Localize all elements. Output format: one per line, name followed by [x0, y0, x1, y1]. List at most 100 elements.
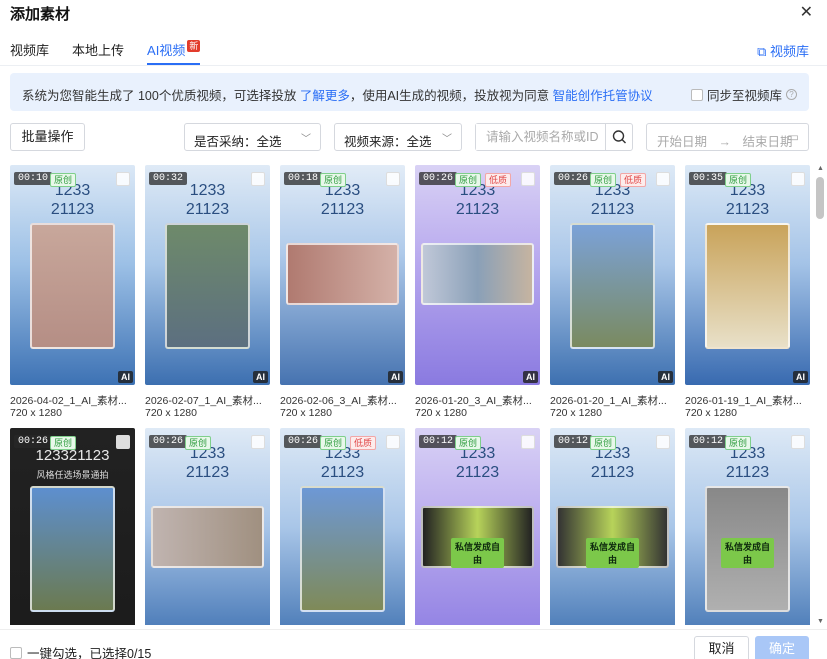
scroll-up-icon[interactable]: ▲: [817, 165, 824, 172]
ai-badge: AI: [118, 371, 133, 383]
video-thumbnail[interactable]: 1233 21123 00:35 原创 AI: [685, 165, 810, 385]
duration-badge: 00:12: [554, 435, 593, 448]
scrollbar[interactable]: ▲ ▼: [815, 165, 825, 625]
search-icon: [612, 130, 626, 144]
video-card[interactable]: 1233 21123 私信发成自 由 00:12 原创: [550, 428, 675, 625]
duration-badge: 00:10: [14, 172, 53, 185]
tab-label: 视频库: [10, 43, 50, 58]
video-thumbnail[interactable]: 1233 21123 00:26 原创: [145, 428, 270, 625]
original-tag: 原创: [50, 173, 77, 187]
select-checkbox[interactable]: [251, 172, 265, 186]
duration-badge: 00:35: [689, 172, 728, 185]
select-checkbox[interactable]: [656, 435, 670, 449]
help-icon[interactable]: ?: [786, 89, 797, 100]
ai-badge: AI: [658, 371, 673, 383]
select-checkbox[interactable]: [521, 435, 535, 449]
scroll-down-icon[interactable]: ▼: [817, 618, 824, 625]
search-input[interactable]: [476, 124, 602, 150]
video-thumbnail[interactable]: 123321123 风格任选场景通拍 00:26 原创: [10, 428, 135, 625]
thumbnail-overlay-text: 私信发成自 由: [586, 538, 639, 568]
scrollbar-thumb[interactable]: [816, 177, 824, 219]
select-checkbox[interactable]: [791, 435, 805, 449]
video-card[interactable]: 1233 21123 00:26 原创 低质 AI 2026-01-20_3_AI_素材.…: [415, 165, 540, 425]
calendar-icon: ▭: [787, 130, 799, 144]
video-thumbnail[interactable]: 1233 21123 00:26 原创 低质 AI: [550, 165, 675, 385]
video-thumbnail[interactable]: 1233 21123 00:26 原创 低质 AI: [415, 165, 540, 385]
video-card[interactable]: 1233 21123 00:26 原创 低质 AI 2026-01-20_1_AI_素材.…: [550, 165, 675, 425]
ai-badge: AI: [793, 371, 808, 383]
add-material-dialog: 添加素材 ✕ 视频库 本地上传 AI视频新 ⧉ 视频库 系统为您智能生成了 10…: [0, 0, 827, 659]
thumbnail-overlay-text: 私信发成自 由: [721, 538, 774, 568]
select-checkbox[interactable]: [386, 435, 400, 449]
source-filter-select[interactable]: 视频来源：全选 ﹀: [334, 123, 462, 151]
video-thumbnail[interactable]: 1233 21123 私信发成自 由 00:12 原创: [685, 428, 810, 625]
tab-ai-video[interactable]: AI视频新: [147, 40, 201, 65]
video-card[interactable]: 1233 21123 00:10 原创 AI 2026-04-02_1_AI_素材...…: [10, 165, 135, 425]
select-checkbox[interactable]: [791, 172, 805, 186]
batch-operation-button[interactable]: 批量操作: [10, 123, 85, 151]
sync-checkbox[interactable]: [690, 88, 703, 101]
tab-local-upload[interactable]: 本地上传: [72, 40, 124, 65]
select-all-option[interactable]: 一键勾选，已选择0/15: [10, 643, 151, 659]
adopted-filter-value: 是否采纳：全选: [194, 135, 282, 149]
search-button[interactable]: [605, 124, 632, 150]
chevron-down-icon: ﹀: [301, 134, 311, 145]
video-name: 2026-02-06_3_AI_素材...: [280, 395, 397, 407]
video-frame-image: [165, 223, 250, 349]
arrow-right-icon: →: [718, 135, 732, 149]
video-card[interactable]: 123321123 风格任选场景通拍 00:26 原创: [10, 428, 135, 625]
video-card[interactable]: 1233 21123 00:26 原创 低质: [280, 428, 405, 625]
duration-badge: 00:26: [554, 172, 593, 185]
select-checkbox[interactable]: [116, 435, 130, 449]
video-frame-image: [705, 223, 790, 349]
ai-badge: AI: [523, 371, 538, 383]
video-frame-image: [286, 243, 399, 305]
video-resolution: 720 x 1280: [280, 407, 332, 419]
search-box: [475, 123, 633, 151]
video-frame-image: [30, 486, 115, 612]
video-card[interactable]: 1233 21123 00:32 AI 2026-02-07_1_AI_素材... 72…: [145, 165, 270, 425]
video-card[interactable]: 1233 21123 00:35 原创 AI 2026-01-19_1_AI_素材...…: [685, 165, 810, 425]
original-tag: 原创: [590, 436, 617, 450]
select-checkbox[interactable]: [521, 172, 535, 186]
video-card[interactable]: 1233 21123 私信发成自 由 00:12 原创: [685, 428, 810, 625]
video-library-link[interactable]: ⧉ 视频库: [757, 41, 809, 60]
date-range-picker[interactable]: 开始日期 → 结束日期 ▭: [646, 123, 809, 151]
video-thumbnail[interactable]: 1233 21123 私信发成自 由 00:12 原创: [415, 428, 540, 625]
learn-more-link[interactable]: 了解更多: [300, 89, 350, 103]
video-thumbnail[interactable]: 1233 21123 00:32 AI: [145, 165, 270, 385]
video-thumbnail[interactable]: 1233 21123 00:26 原创 低质: [280, 428, 405, 625]
chevron-down-icon: ﹀: [442, 134, 452, 145]
close-icon[interactable]: ✕: [800, 2, 813, 22]
video-card[interactable]: 1233 21123 00:26 原创: [145, 428, 270, 625]
agreement-link[interactable]: 智能创作托管协议: [553, 89, 653, 103]
adopted-filter-select[interactable]: 是否采纳：全选 ﹀: [184, 123, 321, 151]
info-banner: 系统为您智能生成了 100个优质视频，可选择投放 了解更多，使用AI生成的视频，…: [10, 73, 809, 111]
video-thumbnail[interactable]: 1233 21123 00:10 原创 AI: [10, 165, 135, 385]
video-thumbnail[interactable]: 1233 21123 私信发成自 由 00:12 原创: [550, 428, 675, 625]
original-tag: 原创: [185, 436, 212, 450]
video-card[interactable]: 1233 21123 私信发成自 由 00:12 原创: [415, 428, 540, 625]
tab-video-library[interactable]: 视频库: [10, 40, 49, 65]
video-card[interactable]: 1233 21123 00:18 原创 AI 2026-02-06_3_AI_素材...…: [280, 165, 405, 425]
select-checkbox[interactable]: [386, 172, 400, 186]
select-checkbox[interactable]: [116, 172, 130, 186]
date-end[interactable]: 结束日期: [742, 135, 792, 149]
external-link-icon: ⧉: [757, 44, 767, 59]
date-start[interactable]: 开始日期: [657, 135, 707, 149]
video-thumbnail[interactable]: 1233 21123 00:18 原创 AI: [280, 165, 405, 385]
select-checkbox[interactable]: [656, 172, 670, 186]
thumbnail-overlay-text: 私信发成自 由: [451, 538, 504, 568]
duration-badge: 00:18: [284, 172, 323, 185]
select-all-checkbox[interactable]: [10, 646, 22, 659]
duration-badge: 00:26: [419, 172, 458, 185]
video-frame-image: [570, 223, 655, 349]
dialog-title: 添加素材: [10, 6, 71, 23]
banner-text: ，使用AI生成的视频，投放视为同意: [349, 89, 550, 103]
select-checkbox[interactable]: [251, 435, 265, 449]
duration-badge: 00:26: [14, 435, 53, 448]
sync-to-library-option[interactable]: 同步至视频库 ?: [690, 85, 797, 104]
confirm-button[interactable]: 确定: [755, 636, 809, 659]
cancel-button[interactable]: 取消: [694, 636, 749, 659]
ai-badge: AI: [388, 371, 403, 383]
